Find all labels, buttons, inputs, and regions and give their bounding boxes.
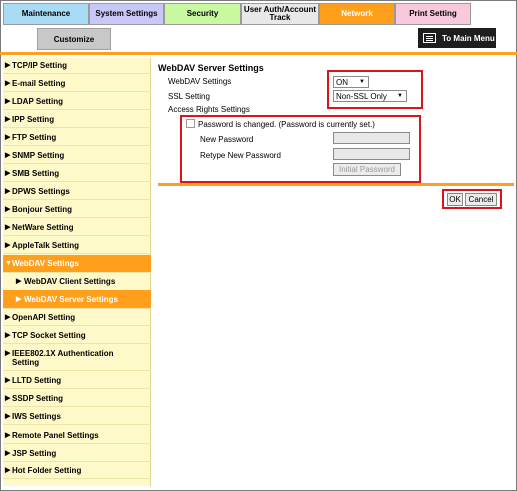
new-password-label: New Password (200, 135, 254, 144)
divider (3, 461, 151, 462)
chevron-right-icon: ▶ (5, 395, 11, 402)
password-changed-label: Password is changed. (Password is curren… (198, 120, 375, 129)
sidebar-item-netware[interactable]: ▶ NetWare Setting (3, 223, 151, 232)
divider (3, 272, 151, 273)
chevron-right-icon: ▶ (16, 295, 22, 303)
sidebar-item-webdav-client[interactable]: ▶ WebDAV Client Settings (3, 277, 151, 286)
tab-security[interactable]: Security (164, 3, 241, 25)
sidebar-item-ftp[interactable]: ▶ FTP Setting (3, 133, 151, 142)
sidebar-item-tcpip[interactable]: ▶ TCP/IP Setting (3, 61, 151, 70)
sidebar-item-email[interactable]: ▶ E-mail Setting (3, 79, 151, 88)
divider (3, 91, 151, 92)
ssl-setting-label: SSL Setting (168, 92, 210, 101)
tab-user-auth[interactable]: User Auth/Account Track (241, 3, 319, 25)
sidebar-item-snmp[interactable]: ▶ SNMP Setting (3, 151, 151, 160)
initial-password-button[interactable]: Initial Password (333, 163, 401, 176)
divider (3, 181, 151, 182)
retype-password-label: Retype New Password (200, 151, 281, 160)
tab-maintenance[interactable]: Maintenance (3, 3, 89, 25)
tab-system-settings[interactable]: System Settings (89, 3, 164, 25)
sidebar-item-hot-folder[interactable]: ▶ Hot Folder Setting (3, 466, 151, 475)
password-changed-checkbox[interactable] (186, 119, 195, 128)
chevron-right-icon: ▶ (5, 152, 11, 159)
divider (3, 388, 151, 389)
divider (3, 325, 151, 326)
tab-separator (0, 52, 517, 55)
divider (3, 406, 151, 407)
divider (3, 109, 151, 110)
ok-button[interactable]: OK (447, 193, 463, 206)
chevron-right-icon: ▶ (5, 98, 11, 105)
divider (3, 478, 151, 479)
sidebar-item-ldap[interactable]: ▶ LDAP Setting (3, 97, 151, 106)
chevron-right-icon: ▶ (5, 62, 11, 69)
chevron-right-icon: ▶ (5, 170, 11, 177)
highlight-box (327, 70, 423, 109)
divider (3, 163, 151, 164)
sidebar-item-dpws[interactable]: ▶ DPWS Settings (3, 187, 151, 196)
sidebar-item-ssdp[interactable]: ▶ SSDP Setting (3, 394, 151, 403)
chevron-right-icon: ▶ (5, 116, 11, 123)
retype-password-input[interactable] (333, 148, 410, 160)
sidebar-item-smb[interactable]: ▶ SMB Setting (3, 169, 151, 178)
sidebar-item-webdav[interactable]: ▼ WebDAV Settings (3, 255, 151, 272)
chevron-right-icon: ▶ (5, 332, 11, 339)
webdav-settings-label: WebDAV Settings (168, 77, 232, 86)
chevron-right-icon: ▶ (5, 224, 11, 231)
divider (3, 424, 151, 425)
main-menu-icon (423, 33, 436, 43)
sidebar-item-jsp[interactable]: ▶ JSP Setting (3, 449, 151, 458)
sidebar-item-appletalk[interactable]: ▶ AppleTalk Setting (3, 241, 151, 250)
tab-network[interactable]: Network (319, 3, 395, 25)
chevron-right-icon: ▶ (5, 206, 11, 213)
chevron-right-icon: ▶ (5, 413, 11, 420)
chevron-right-icon: ▶ (5, 377, 11, 384)
chevron-right-icon: ▶ (16, 278, 22, 285)
chevron-right-icon: ▶ (5, 134, 11, 141)
divider (3, 308, 151, 309)
content-divider (158, 183, 514, 186)
sidebar-item-iws[interactable]: ▶ IWS Settings (3, 412, 151, 421)
divider (3, 217, 151, 218)
sidebar: ▶ TCP/IP Setting ▶ E-mail Setting ▶ LDAP Se… (3, 58, 151, 486)
page-title: WebDAV Server Settings (158, 63, 264, 73)
sidebar-item-tcp-socket[interactable]: ▶ TCP Socket Setting (3, 331, 151, 340)
sidebar-item-openapi[interactable]: ▶ OpenAPI Setting (3, 313, 151, 322)
chevron-right-icon: ▶ (5, 450, 11, 457)
sidebar-item-lltd[interactable]: ▶ LLTD Setting (3, 376, 151, 385)
sidebar-item-bonjour[interactable]: ▶ Bonjour Setting (3, 205, 151, 214)
divider (3, 235, 151, 236)
divider (3, 343, 151, 344)
divider (3, 127, 151, 128)
tab-print-setting[interactable]: Print Setting (395, 3, 471, 25)
divider (3, 73, 151, 74)
divider (3, 443, 151, 444)
new-password-input[interactable] (333, 132, 410, 144)
chevron-right-icon: ▶ (5, 432, 11, 439)
chevron-right-icon: ▶ (5, 188, 11, 195)
divider (3, 370, 151, 371)
cancel-button[interactable]: Cancel (465, 193, 497, 206)
sidebar-item-webdav-server[interactable]: ▶ WebDAV Server Settings (3, 290, 151, 308)
chevron-down-icon: ▼ (5, 260, 12, 267)
to-main-menu-label: To Main Menu (442, 33, 495, 43)
chevron-right-icon: ▶ (5, 350, 11, 357)
access-rights-label: Access Rights Settings (168, 105, 250, 114)
chevron-right-icon: ▶ (5, 242, 11, 249)
chevron-right-icon: ▶ (5, 467, 11, 474)
to-main-menu-button[interactable]: To Main Menu (418, 28, 496, 48)
sidebar-item-ieee8021x[interactable]: ▶ IEEE802.1X Authentication Setting (3, 349, 151, 367)
sidebar-item-ipp[interactable]: ▶ IPP Setting (3, 115, 151, 124)
chevron-right-icon: ▶ (5, 80, 11, 87)
tab-customize[interactable]: Customize (37, 28, 111, 50)
divider (3, 253, 151, 254)
chevron-right-icon: ▶ (5, 314, 11, 321)
sidebar-item-remote-panel[interactable]: ▶ Remote Panel Settings (3, 431, 151, 440)
divider (3, 145, 151, 146)
divider (3, 199, 151, 200)
